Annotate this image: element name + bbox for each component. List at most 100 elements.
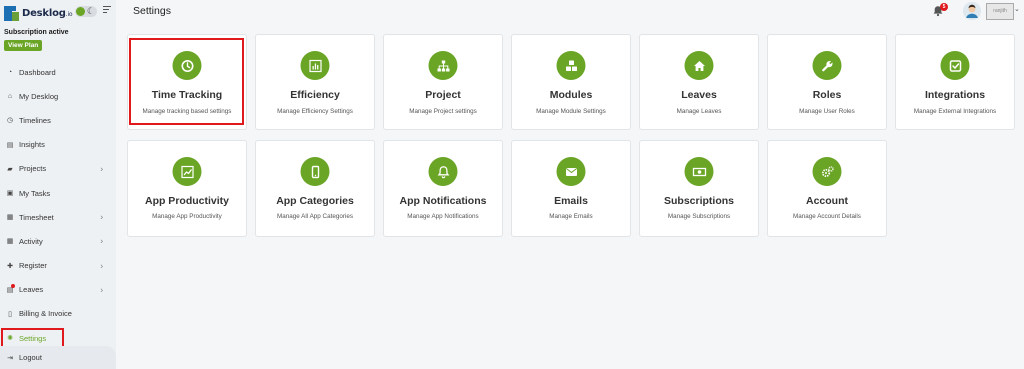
logout-icon: ⇥	[7, 354, 13, 362]
card-description: Manage Leaves	[676, 108, 722, 115]
desklog-logo-icon	[4, 5, 19, 21]
card-title: App Notifications	[399, 195, 487, 207]
sidebar-item-leaves[interactable]: ▤ Leaves ›	[0, 278, 116, 302]
card-description: Manage Project settings	[409, 108, 477, 115]
file-icon: ▤	[6, 141, 14, 149]
card-title: Roles	[812, 89, 842, 101]
brand-logo[interactable]: Desklog.io	[4, 4, 73, 22]
sidebar-item-dashboard[interactable]: ◔ Dashboard	[0, 60, 116, 84]
notification-dot	[11, 283, 15, 288]
card-description: Manage All App Categories	[277, 213, 353, 220]
sidebar-item-label: Register	[19, 261, 47, 271]
bar-chart-icon	[300, 51, 330, 80]
bell-icon	[428, 157, 458, 186]
moon-icon: ☾	[86, 6, 95, 16]
card-title: Account	[806, 195, 848, 207]
sidebar-item-activity[interactable]: ▦ Activity ›	[0, 229, 116, 253]
card-title: Subscriptions	[663, 195, 734, 207]
card-description: Manage Efficiency Settings	[277, 108, 353, 115]
sidebar-item-my-tasks[interactable]: ▣ My Tasks	[0, 181, 116, 205]
mobile-icon	[300, 157, 330, 186]
brand-name: Desklog.io	[22, 7, 73, 19]
sidebar-footer: ⇥ Logout	[0, 346, 116, 369]
check-square-icon	[940, 51, 970, 80]
sidebar-item-label: Dashboard	[19, 67, 56, 77]
chevron-down-icon[interactable]: ⌄	[1014, 5, 1020, 13]
card-description: Manage Subscriptions	[667, 213, 731, 220]
home-icon: ⌂	[7, 92, 13, 100]
user-name[interactable]: ranjith	[986, 3, 1014, 20]
cubes-icon	[556, 51, 586, 80]
sidebar-item-timesheet[interactable]: ▦ Timesheet ›	[0, 205, 116, 229]
card-description: Manage Module Settings	[536, 108, 606, 115]
card-description: Manage External Integrations	[913, 108, 997, 115]
dashboard-icon: ◔	[7, 68, 13, 76]
card-description: Manage Account Details	[793, 213, 861, 220]
sidebar-item-label: My Tasks	[19, 188, 51, 198]
cogs-icon	[812, 157, 842, 186]
sidebar: Desklog.io ☾ Subscription active View Pl…	[0, 0, 116, 369]
theme-toggle[interactable]: ☾	[75, 6, 97, 17]
subscription-status: Subscription active	[4, 29, 69, 36]
card-title: Modules	[549, 89, 593, 101]
chevron-right-icon: ›	[100, 164, 103, 174]
card-description: Manage Emails	[549, 213, 593, 220]
card-title: App Categories	[276, 195, 354, 207]
sidebar-item-register[interactable]: ✚ Register ›	[0, 254, 116, 278]
sitemap-icon	[428, 51, 458, 80]
card-description: Manage App Notifications	[407, 213, 479, 220]
view-plan-button[interactable]: View Plan	[4, 40, 43, 51]
settings-card-roles[interactable]: Roles Manage User Roles	[767, 34, 887, 130]
sidebar-item-label: Timesheet	[19, 212, 54, 222]
avatar[interactable]	[963, 2, 981, 20]
money-icon	[684, 157, 714, 186]
settings-card-app-notifications[interactable]: App Notifications Manage App Notificatio…	[383, 140, 503, 237]
sidebar-item-label: Activity	[19, 236, 43, 246]
sidebar-item-logout[interactable]: ⇥ Logout	[0, 346, 116, 369]
settings-card-subscriptions[interactable]: Subscriptions Manage Subscriptions	[639, 140, 759, 237]
folder-icon: ▰	[7, 165, 13, 173]
chevron-right-icon: ›	[100, 212, 103, 222]
sidebar-item-projects[interactable]: ▰ Projects ›	[0, 157, 116, 181]
settings-card-account[interactable]: Account Manage Account Details	[767, 140, 887, 237]
settings-card-app-categories[interactable]: App Categories Manage All App Categories	[255, 140, 375, 237]
home-icon	[684, 51, 714, 80]
card-title: Project	[425, 89, 461, 101]
sidebar-item-billing[interactable]: ▯ Billing & Invoice	[0, 302, 116, 326]
settings-card-project[interactable]: Project Manage Project settings	[383, 34, 503, 130]
card-title: Efficiency	[290, 89, 340, 101]
card-title: App Productivity	[144, 195, 229, 207]
sidebar-item-label: Insights	[19, 140, 45, 150]
tasks-icon: ▣	[6, 190, 14, 198]
sidebar-collapse-icon[interactable]	[103, 6, 111, 14]
sidebar-item-label: Billing & Invoice	[19, 309, 72, 319]
clock-icon: ◷	[6, 117, 14, 125]
invoice-icon: ▯	[8, 310, 12, 318]
sidebar-item-label: My Desklog	[19, 91, 59, 101]
settings-card-leaves[interactable]: Leaves Manage Leaves	[639, 34, 759, 130]
user-avatar-icon	[963, 2, 981, 20]
chevron-right-icon: ›	[100, 236, 103, 246]
sidebar-item-label: Timelines	[19, 115, 51, 125]
sidebar-item-timelines[interactable]: ◷ Timelines	[0, 108, 116, 132]
sidebar-nav: ◔ Dashboard ⌂ My Desklog ◷ Timelines ▤ I…	[0, 60, 116, 350]
settings-card-app-productivity[interactable]: App Productivity Manage App Productivity	[127, 140, 247, 237]
settings-card-integrations[interactable]: Integrations Manage External Integration…	[895, 34, 1015, 130]
sidebar-item-label: Logout	[19, 353, 42, 362]
card-description: Manage User Roles	[799, 108, 855, 115]
chevron-right-icon: ›	[100, 261, 103, 271]
sidebar-item-insights[interactable]: ▤ Insights	[0, 133, 116, 157]
sidebar-item-label: Leaves	[19, 285, 44, 295]
wrench-icon	[812, 51, 842, 80]
settings-card-modules[interactable]: Modules Manage Module Settings	[511, 34, 631, 130]
trend-chart-icon	[172, 157, 202, 186]
sidebar-item-my-desklog[interactable]: ⌂ My Desklog	[0, 84, 116, 108]
settings-card-emails[interactable]: Emails Manage Emails	[511, 140, 631, 237]
card-title: Emails	[554, 195, 588, 207]
sidebar-item-label: Projects	[19, 164, 47, 174]
toggle-knob	[76, 7, 85, 16]
settings-card-efficiency[interactable]: Efficiency Manage Efficiency Settings	[255, 34, 375, 130]
card-title: Integrations	[924, 89, 986, 101]
chevron-right-icon: ›	[100, 285, 103, 295]
highlight-box	[129, 38, 244, 125]
